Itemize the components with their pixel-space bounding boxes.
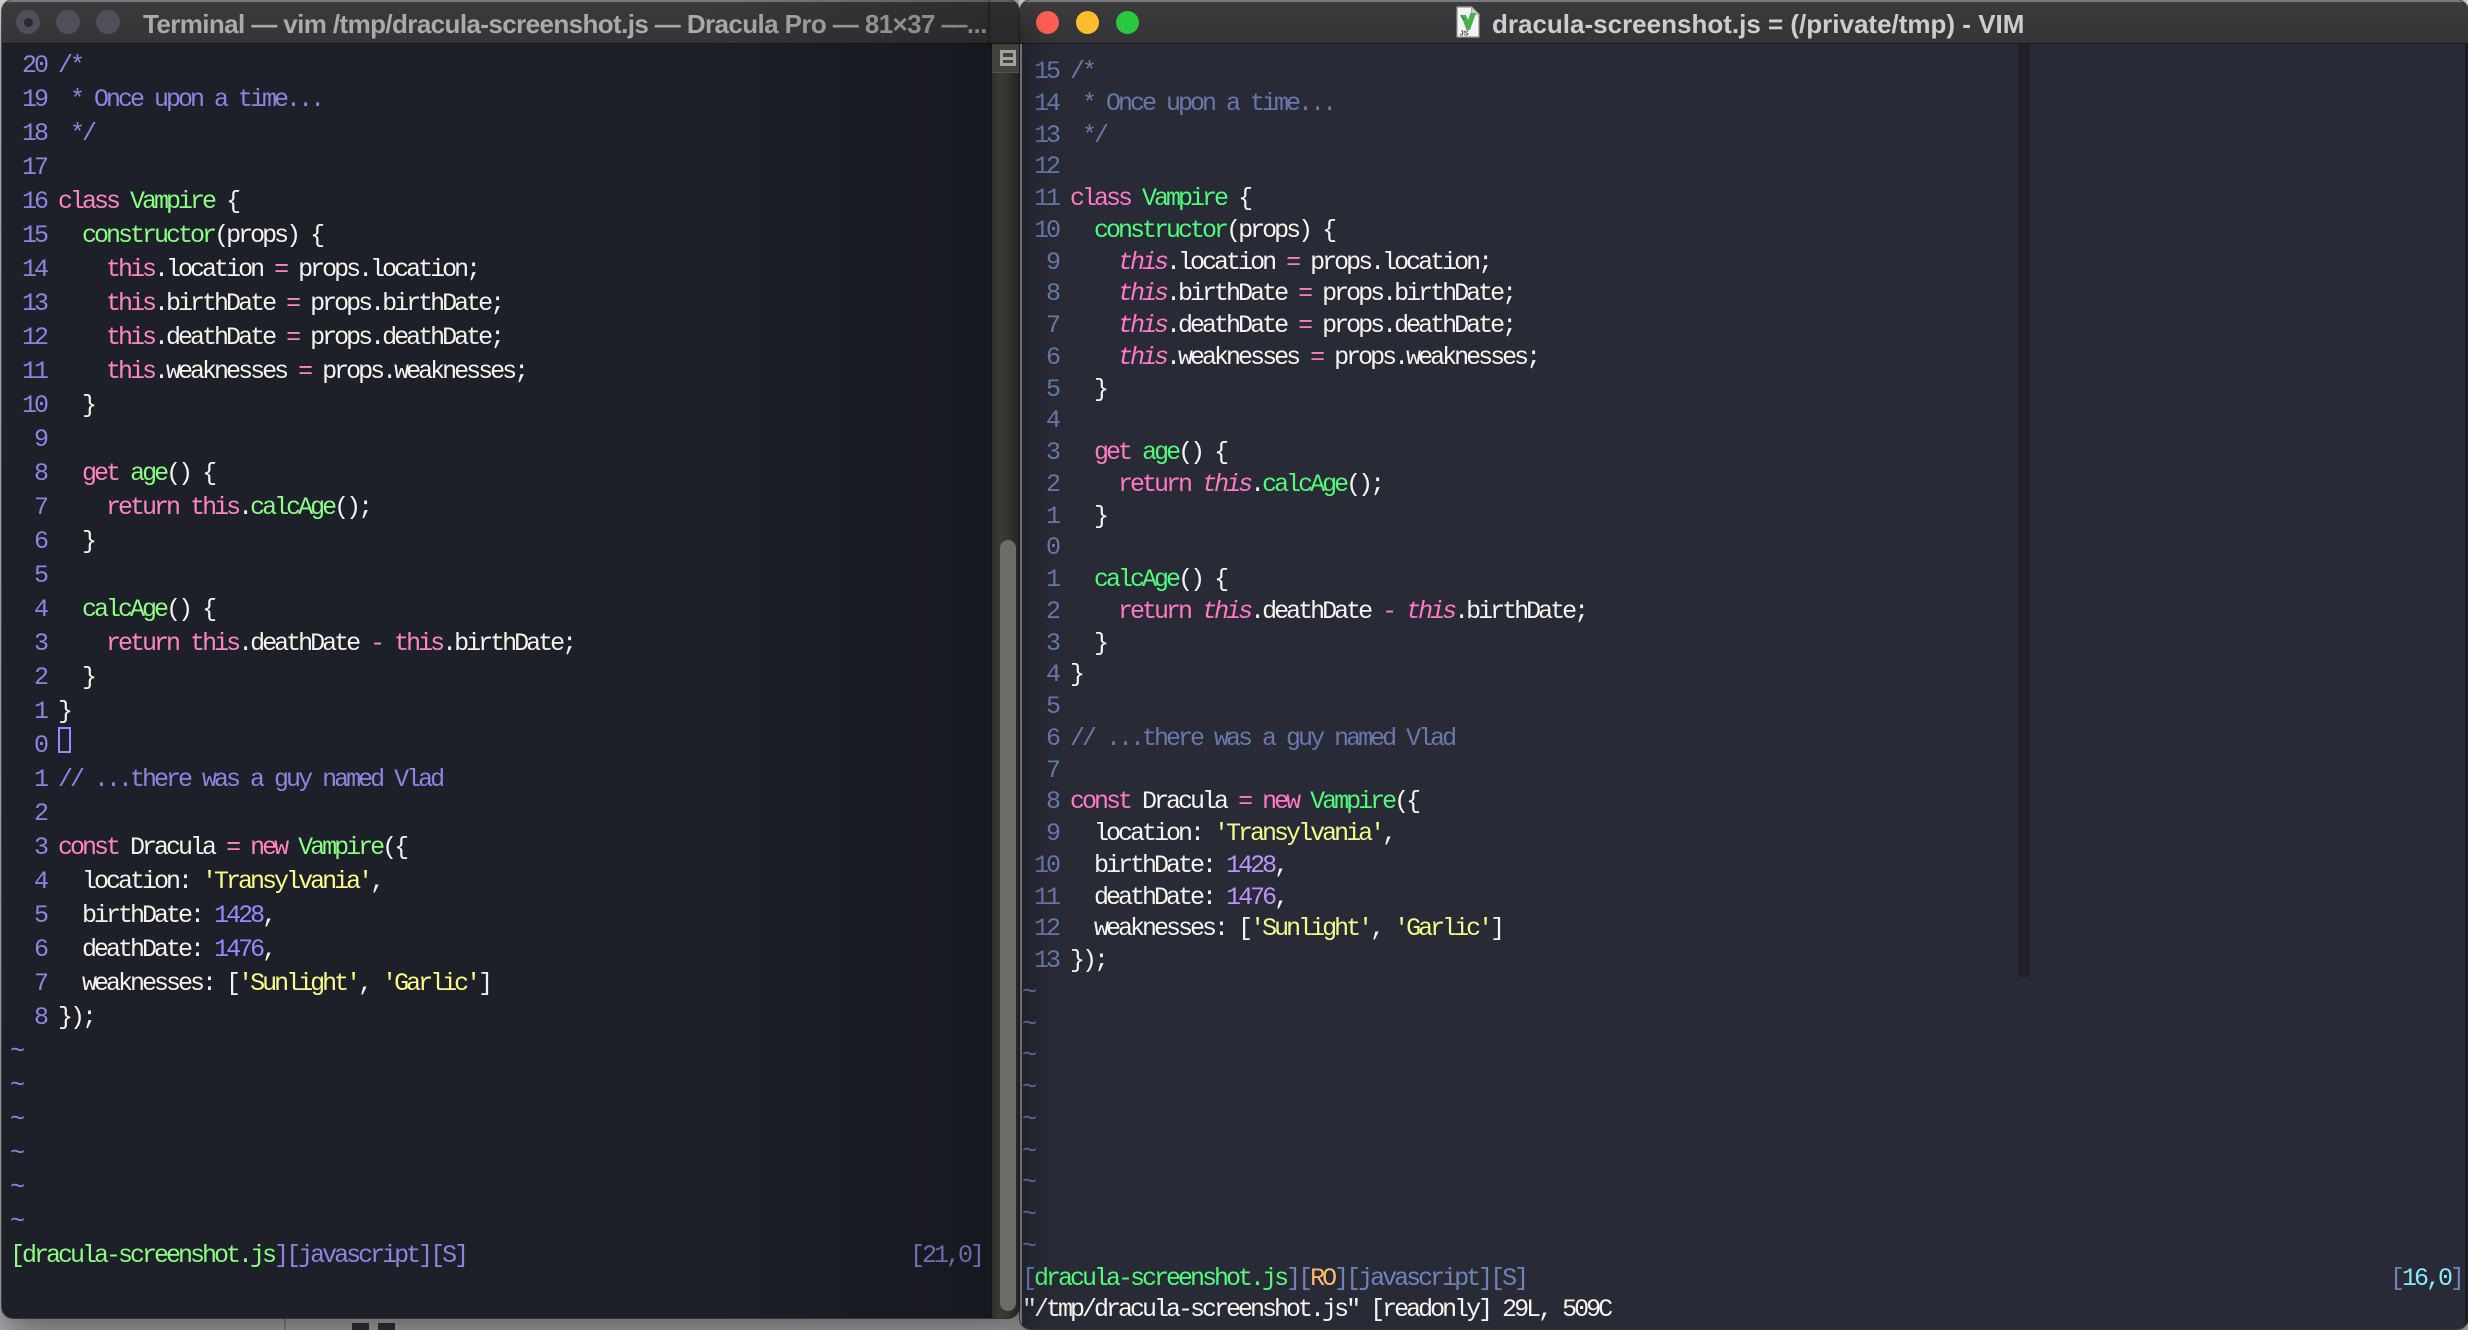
svg-text:JS: JS <box>1460 29 1469 38</box>
